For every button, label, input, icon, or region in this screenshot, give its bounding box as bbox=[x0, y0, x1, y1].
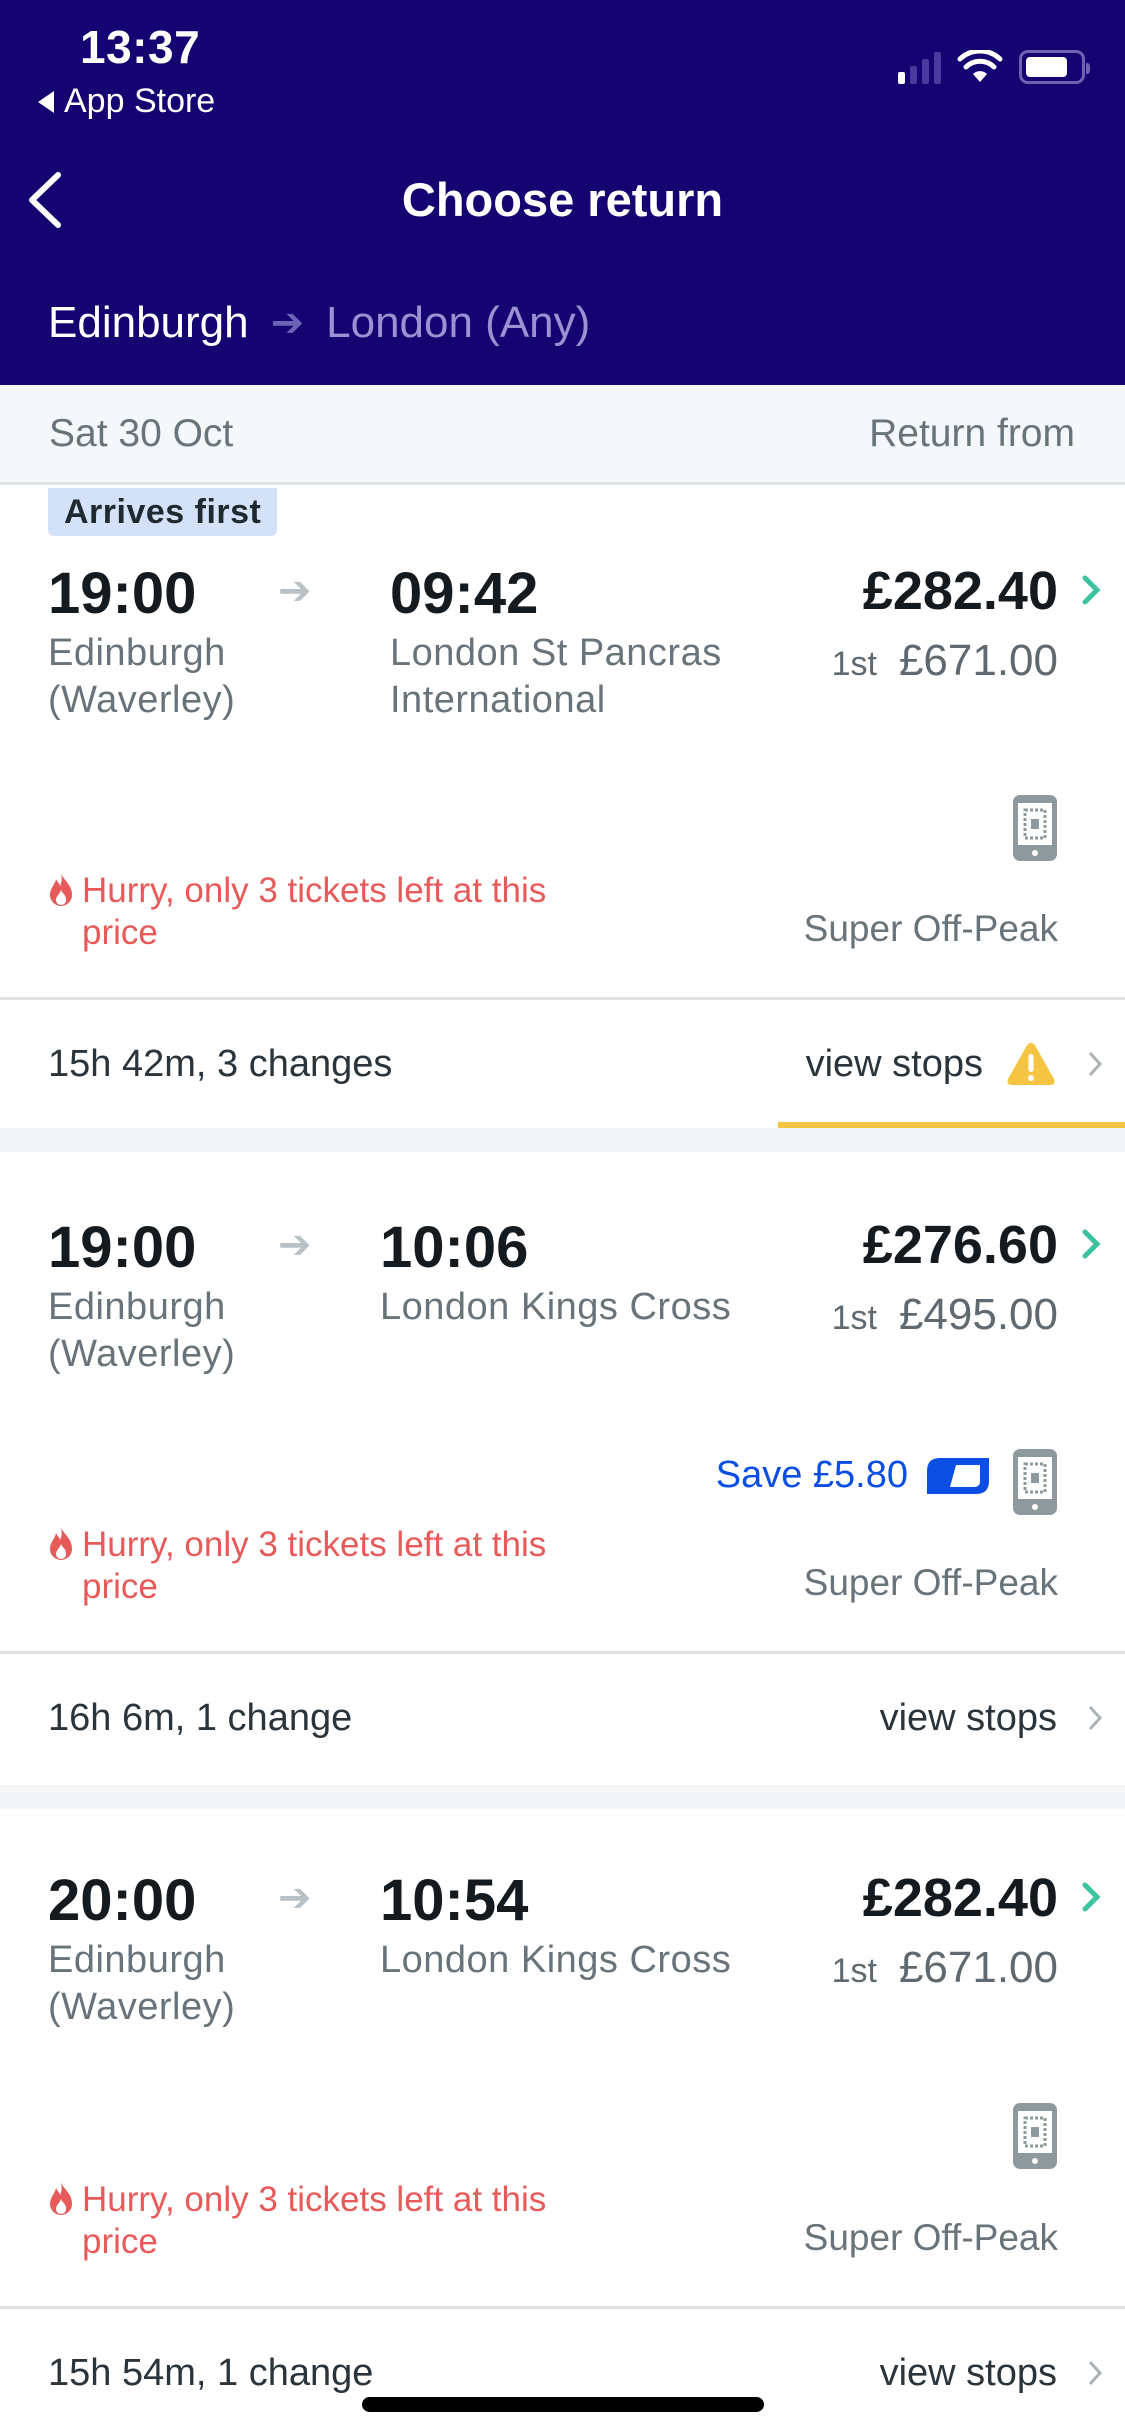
journey-card[interactable]: 20:00 ➔ 10:54 Edinburgh (Waverley) Londo… bbox=[0, 1809, 1125, 2309]
back-app-label: App Store bbox=[64, 82, 216, 120]
card-separator bbox=[0, 1128, 1125, 1152]
wifi-icon bbox=[957, 50, 1003, 82]
app-header: 13:37 App Store Choose return Edinburgh … bbox=[0, 0, 1125, 385]
first-class-label: 1st bbox=[831, 1299, 877, 1337]
arrive-station: London Kings Cross bbox=[380, 1286, 732, 1328]
low-availability-warning: Hurry, only 3 tickets left at this price bbox=[48, 870, 608, 954]
status-time: 13:37 bbox=[80, 21, 201, 73]
hurry-text: Hurry, only 3 tickets left at this price bbox=[82, 871, 547, 952]
depart-time: 20:00 bbox=[48, 1868, 197, 1933]
view-stops-link[interactable]: view stops bbox=[880, 2352, 1057, 2395]
arrive-station: London Kings Cross bbox=[380, 1939, 732, 1981]
journey-summary-row[interactable]: 15h 42m, 3 changes view stops bbox=[0, 997, 1125, 1128]
page-title: Choose return bbox=[401, 173, 724, 226]
date-bar: Sat 30 Oct Return from bbox=[0, 385, 1125, 485]
mobile-ticket-icon bbox=[1013, 795, 1057, 861]
depart-station: Edinburgh (Waverley) bbox=[48, 632, 236, 721]
battery-icon bbox=[1019, 50, 1090, 84]
arrive-station: London St Pancras International bbox=[390, 632, 722, 721]
view-stops-link[interactable]: view stops bbox=[806, 1043, 983, 1086]
journey-card[interactable]: Arrives first 19:00 ➔ 09:42 Edinburgh (W… bbox=[0, 488, 1125, 998]
journey-summary-row[interactable]: 15h 54m, 1 change view stops bbox=[0, 2306, 1125, 2436]
fare-type: Super Off-Peak bbox=[803, 1562, 1058, 1603]
duration-changes: 15h 42m, 3 changes bbox=[48, 1042, 393, 1085]
fare-type: Super Off-Peak bbox=[803, 2217, 1058, 2258]
journey-summary-row[interactable]: 16h 6m, 1 change view stops bbox=[0, 1651, 1125, 1782]
chevron-right-icon[interactable] bbox=[1079, 1226, 1103, 1262]
first-class-price[interactable]: 1st £671.00 bbox=[832, 1943, 1058, 1993]
mobile-ticket-icon bbox=[1013, 2103, 1057, 2169]
chevron-right-icon[interactable] bbox=[1087, 1703, 1103, 1733]
first-class-label: 1st bbox=[831, 1952, 877, 1990]
standard-price[interactable]: £282.40 bbox=[863, 1867, 1058, 1929]
card-separator bbox=[0, 1785, 1125, 1809]
route-to: London (Any) bbox=[326, 298, 591, 347]
back-to-app-store[interactable]: App Store bbox=[38, 82, 215, 121]
fire-icon bbox=[50, 1527, 72, 1560]
view-stops-link[interactable]: view stops bbox=[880, 1697, 1057, 1740]
standard-price[interactable]: £282.40 bbox=[863, 560, 1058, 622]
railcard-icon bbox=[927, 1457, 989, 1494]
home-indicator[interactable] bbox=[362, 2397, 764, 2412]
standard-price[interactable]: £276.60 bbox=[863, 1214, 1058, 1276]
fire-icon bbox=[50, 2182, 72, 2215]
first-class-amount: £495.00 bbox=[898, 1290, 1058, 1339]
back-triangle-icon bbox=[38, 90, 54, 113]
return-from-label: Return from bbox=[869, 411, 1075, 455]
fire-icon bbox=[50, 873, 72, 906]
signal-icon bbox=[898, 52, 941, 84]
chevron-right-icon[interactable] bbox=[1079, 1879, 1103, 1915]
save-amount: Save £5.80 bbox=[715, 1454, 908, 1496]
depart-station: Edinburgh (Waverley) bbox=[48, 1286, 236, 1375]
depart-time: 19:00 bbox=[48, 1215, 197, 1280]
arrive-time: 10:54 bbox=[380, 1868, 529, 1933]
route-summary: Edinburgh ➔ London (Any) bbox=[48, 298, 590, 348]
arrive-time: 10:06 bbox=[380, 1215, 529, 1280]
arrive-time: 09:42 bbox=[390, 561, 539, 626]
first-class-label: 1st bbox=[831, 645, 877, 683]
duration-changes: 15h 54m, 1 change bbox=[48, 2351, 374, 2394]
arrives-first-badge: Arrives first bbox=[48, 488, 278, 536]
chevron-right-icon[interactable] bbox=[1087, 2358, 1103, 2388]
chevron-right-icon[interactable] bbox=[1079, 572, 1103, 608]
arrow-right-icon: ➔ bbox=[278, 1223, 312, 1267]
chevron-right-icon[interactable] bbox=[1087, 1049, 1103, 1079]
travel-date: Sat 30 Oct bbox=[49, 411, 234, 455]
depart-station: Edinburgh (Waverley) bbox=[48, 1939, 236, 2028]
railcard-saving: Save £5.80 bbox=[716, 1454, 990, 1497]
mobile-ticket-icon bbox=[1013, 1449, 1057, 1515]
first-class-amount: £671.00 bbox=[898, 636, 1058, 685]
duration-changes: 16h 6m, 1 change bbox=[48, 1696, 353, 1739]
low-availability-warning: Hurry, only 3 tickets left at this price bbox=[48, 1524, 608, 1608]
low-availability-warning: Hurry, only 3 tickets left at this price bbox=[48, 2179, 608, 2263]
arrow-right-icon: ➔ bbox=[270, 301, 305, 345]
arrow-right-icon: ➔ bbox=[278, 1876, 312, 1920]
fare-type: Super Off-Peak bbox=[803, 908, 1058, 949]
first-class-amount: £671.00 bbox=[898, 1943, 1058, 1992]
status-icons bbox=[898, 50, 1090, 84]
route-from: Edinburgh bbox=[48, 298, 249, 347]
hurry-text: Hurry, only 3 tickets left at this price bbox=[82, 2180, 547, 2261]
first-class-price[interactable]: 1st £671.00 bbox=[832, 636, 1058, 686]
depart-time: 19:00 bbox=[48, 561, 197, 626]
warning-icon bbox=[1007, 1043, 1055, 1085]
arrow-right-icon: ➔ bbox=[278, 569, 312, 613]
hurry-text: Hurry, only 3 tickets left at this price bbox=[82, 1525, 547, 1606]
first-class-price[interactable]: 1st £495.00 bbox=[832, 1290, 1058, 1340]
journey-card[interactable]: 19:00 ➔ 10:06 Edinburgh (Waverley) Londo… bbox=[0, 1152, 1125, 1652]
